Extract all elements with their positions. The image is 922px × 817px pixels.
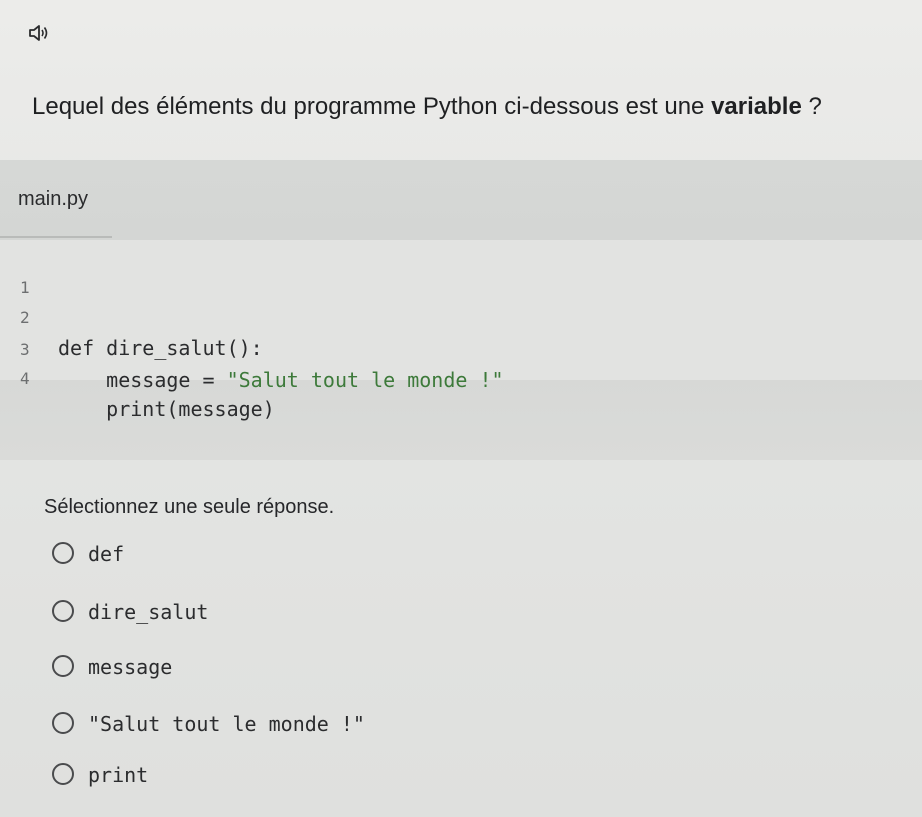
radio-button[interactable] [52,763,74,785]
code-line-3: 3 message = "Salut tout le monde !" [0,305,504,392]
code-line-2: 2 def dire_salut(): [0,273,263,360]
radio-button[interactable] [52,712,74,734]
code-text: print(message) [58,397,275,421]
instruction-text: Sélectionnez une seule réponse. [44,496,335,518]
code-assignment: message = [58,368,227,392]
question-text: Lequel des éléments du programme Python … [32,92,822,122]
question-suffix: ? [801,93,822,120]
answer-option-dire-salut[interactable]: dire_salut [52,598,552,628]
answer-option-string[interactable]: "Salut tout le monde !" [52,710,552,740]
line-number: 4 [20,369,30,388]
code-string-literal: "Salut tout le monde !" [226,368,504,392]
option-label: dire_salut [88,600,209,624]
answer-option-message[interactable]: message [52,653,552,683]
question-prefix: Lequel des éléments du programme Python … [32,93,712,120]
quiz-page: Lequel des éléments du programme Python … [0,0,922,817]
radio-button[interactable] [52,600,74,622]
option-label: "Salut tout le monde !" [88,712,365,736]
radio-button[interactable] [52,542,74,564]
answer-option-def[interactable]: def [52,540,552,570]
speaker-icon[interactable] [28,22,50,44]
tab-underline [0,236,112,238]
code-line-1: 1 [0,243,48,297]
file-tab[interactable]: main.py [18,188,88,211]
code-line-4: 4 print(message) [0,334,275,421]
answer-option-print[interactable]: print [52,761,552,791]
question-emphasis: variable [711,93,802,120]
radio-button[interactable] [52,655,74,677]
option-label: print [88,763,149,787]
option-label: message [88,655,173,679]
option-label: def [88,542,125,566]
code-text: message = "Salut tout le monde !" [58,365,504,395]
code-text: def dire_salut(): [58,336,263,360]
